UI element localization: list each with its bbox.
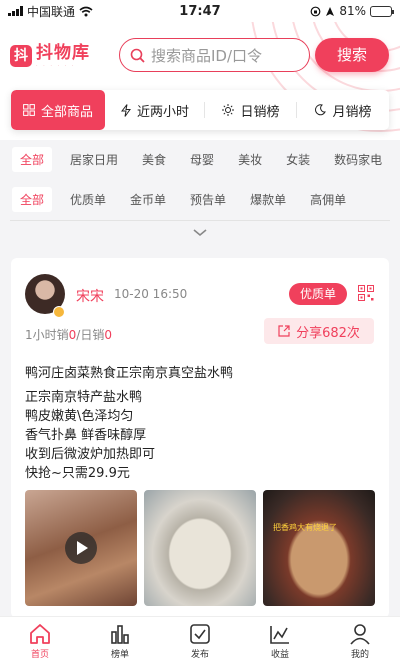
description-line: 香气扑鼻 鲜香味醇厚	[25, 428, 147, 443]
tab-label: 日销榜	[240, 104, 280, 120]
search-icon	[130, 48, 145, 63]
wifi-icon	[79, 6, 93, 16]
tab-label: 全部商品	[40, 104, 93, 120]
moon-icon	[315, 104, 327, 116]
tab-label: 近两小时	[136, 104, 189, 120]
filter-item[interactable]: 预告单	[190, 191, 226, 208]
product-image[interactable]: 把香鸡大有烧退了	[263, 490, 375, 606]
sales-day-label: /日销	[76, 328, 105, 342]
share-count: 分享682次	[296, 325, 360, 341]
battery-percent: 81%	[339, 4, 366, 18]
tab-publish[interactable]: 发布	[160, 617, 240, 666]
product-post-card[interactable]: 宋宋 10-20 16:50 优质单 1小时销0/日销0 分享682次 鸭河庄卤…	[11, 258, 389, 618]
tab-label: 发布	[190, 650, 209, 660]
category-item[interactable]: 女装	[286, 151, 310, 168]
category-filter-row: 全部 居家日用 美食 母婴 美妆 女装 数码家电	[0, 146, 400, 172]
category-item[interactable]: 母婴	[190, 151, 214, 168]
tab-home[interactable]: 首页	[0, 617, 80, 666]
tab-label: 收益	[270, 650, 289, 660]
image-caption: 把香鸡大有烧退了	[273, 523, 337, 532]
verified-badge-icon	[53, 306, 65, 318]
share-icon	[278, 325, 290, 337]
tab-profile[interactable]: 我的	[320, 617, 400, 666]
qr-code-icon[interactable]	[358, 285, 374, 301]
home-icon	[30, 624, 50, 644]
app-header: 抖 抖物库 · · · · · · 搜索商品ID/口令 搜索	[0, 36, 400, 76]
app-logo: 抖 抖物库 · · · · · ·	[10, 43, 114, 69]
filter-item[interactable]: 爆款单	[250, 191, 286, 208]
tab-label: 首页	[30, 650, 49, 660]
chevron-down-icon[interactable]	[192, 228, 208, 238]
publish-icon	[190, 624, 210, 644]
signal-icon	[8, 6, 23, 16]
alarm-icon	[326, 6, 335, 16]
post-images: 把香鸡大有烧退了	[25, 490, 375, 606]
divider	[10, 220, 390, 221]
category-item[interactable]: 数码家电	[334, 151, 382, 168]
earnings-icon	[270, 626, 289, 644]
logo-mark: 抖	[10, 45, 32, 67]
search-placeholder: 搜索商品ID/口令	[151, 46, 263, 65]
category-item[interactable]: 居家日用	[70, 151, 118, 168]
logo-tagline-decoration: · · · · · ·	[36, 63, 76, 69]
bar-chart-icon	[111, 625, 129, 644]
sales-day-value: 0	[104, 328, 112, 342]
post-username[interactable]: 宋宋	[76, 286, 104, 306]
tab-label: 月销榜	[332, 104, 372, 120]
sun-icon	[222, 104, 235, 116]
sales-stats: 1小时销0/日销0	[25, 326, 112, 343]
quality-tag: 优质单	[289, 283, 347, 305]
filter-item[interactable]: 优质单	[70, 191, 106, 208]
product-video-thumbnail[interactable]	[25, 490, 137, 606]
rank-tabs: 全部商品 近两小时 日销榜 月销榜	[11, 90, 389, 130]
rotation-lock-icon	[310, 6, 321, 16]
user-icon	[350, 624, 370, 645]
filter-item[interactable]: 全部	[12, 186, 53, 212]
category-item[interactable]: 美食	[142, 151, 166, 168]
tab-label: 我的	[350, 650, 369, 660]
tab-label: 榜单	[110, 650, 129, 660]
battery-icon	[370, 5, 394, 17]
clock: 17:47	[179, 3, 221, 19]
type-filter-row: 全部 优质单 金币单 预告单 爆款单 高佣单	[0, 186, 400, 212]
tab-earnings[interactable]: 收益	[240, 617, 320, 666]
lightning-icon	[120, 103, 131, 117]
tab-rankings[interactable]: 榜单	[80, 617, 160, 666]
play-icon[interactable]	[65, 532, 97, 564]
product-image[interactable]	[144, 490, 256, 606]
status-bar: 中国联通 17:47 81%	[0, 0, 400, 22]
post-timestamp: 10-20 16:50	[114, 287, 188, 301]
tab-daily-rank[interactable]: 日销榜	[205, 90, 297, 130]
share-button[interactable]: 分享682次	[264, 318, 374, 344]
post-title: 鸭河庄卤菜熟食正宗南京真空盐水鸭	[25, 366, 234, 381]
description-line: 鸭皮嫩黄\色泽均匀	[25, 409, 134, 424]
tab-all-products[interactable]: 全部商品	[11, 90, 105, 130]
description-line: 正宗南京特产盐水鸭	[25, 390, 143, 405]
post-description: 正宗南京特产盐水鸭 鸭皮嫩黄\色泽均匀 香气扑鼻 鲜香味醇厚 收到后微波炉加热即…	[25, 388, 155, 483]
search-input[interactable]: 搜索商品ID/口令	[119, 38, 310, 72]
tab-monthly-rank[interactable]: 月销榜	[297, 90, 389, 130]
tab-last-two-hours[interactable]: 近两小时	[105, 90, 205, 130]
bottom-tab-bar: 首页 榜单 发布 收益 我的	[0, 616, 400, 666]
category-item[interactable]: 美妆	[238, 151, 262, 168]
sales-hour-label: 1小时销	[25, 328, 69, 342]
grid-icon	[23, 104, 35, 116]
description-line: 收到后微波炉加热即可	[25, 447, 156, 462]
filter-item[interactable]: 高佣单	[310, 191, 346, 208]
carrier-label: 中国联通	[27, 4, 76, 19]
search-button[interactable]: 搜索	[315, 38, 389, 72]
logo-name: 抖物库	[36, 43, 90, 63]
description-line: 快抢~只需29.9元	[25, 466, 130, 481]
category-item[interactable]: 全部	[12, 146, 53, 172]
filter-item[interactable]: 金币单	[130, 191, 166, 208]
